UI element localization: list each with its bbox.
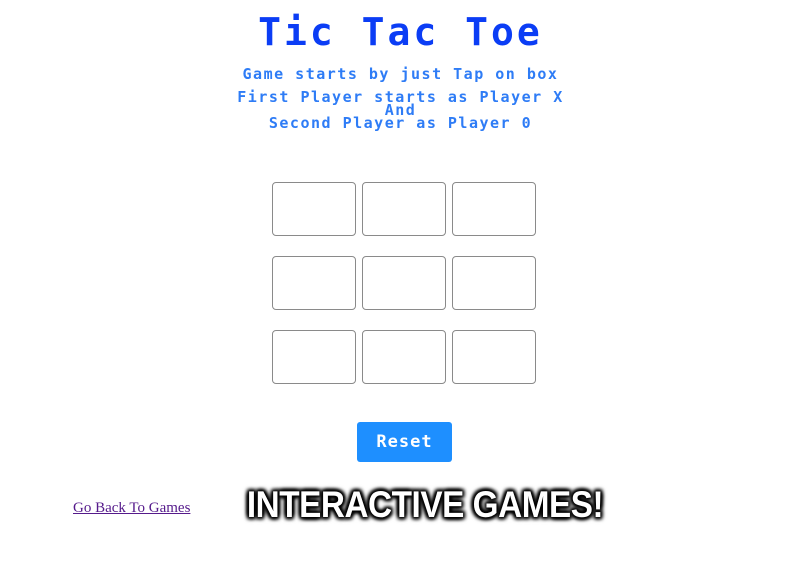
board-cell-6[interactable]: [452, 256, 536, 310]
board-cell-9[interactable]: [452, 330, 536, 384]
go-back-to-games-link[interactable]: Go Back To Games: [73, 500, 190, 517]
first-player-prefix: First Player starts as: [237, 88, 480, 106]
board-cell-4[interactable]: [272, 256, 356, 310]
board-cell-7[interactable]: [272, 330, 356, 384]
second-player-prefix: Second Player as: [268, 114, 448, 132]
game-title: Tic Tac Toe: [258, 10, 543, 54]
board-cell-1[interactable]: [272, 182, 356, 236]
first-player-symbol: Player X: [479, 88, 564, 106]
interactive-games-banner: INTERACTIVE GAMES!: [246, 484, 604, 525]
instruction-second-player: Second Player as Player 0: [0, 114, 801, 132]
board-cell-8[interactable]: [362, 330, 446, 384]
instruction-players: First Player starts as Player X And Seco…: [0, 88, 801, 132]
board-cell-3[interactable]: [452, 182, 536, 236]
board-cell-5[interactable]: [362, 256, 446, 310]
instruction-tap-text: Game starts by just Tap on box: [242, 65, 559, 83]
instruction-tap: Game starts by just Tap on box: [0, 64, 801, 84]
board-cell-2[interactable]: [362, 182, 446, 236]
second-player-symbol: Player 0: [447, 114, 533, 132]
reset-button[interactable]: Reset: [357, 422, 452, 462]
